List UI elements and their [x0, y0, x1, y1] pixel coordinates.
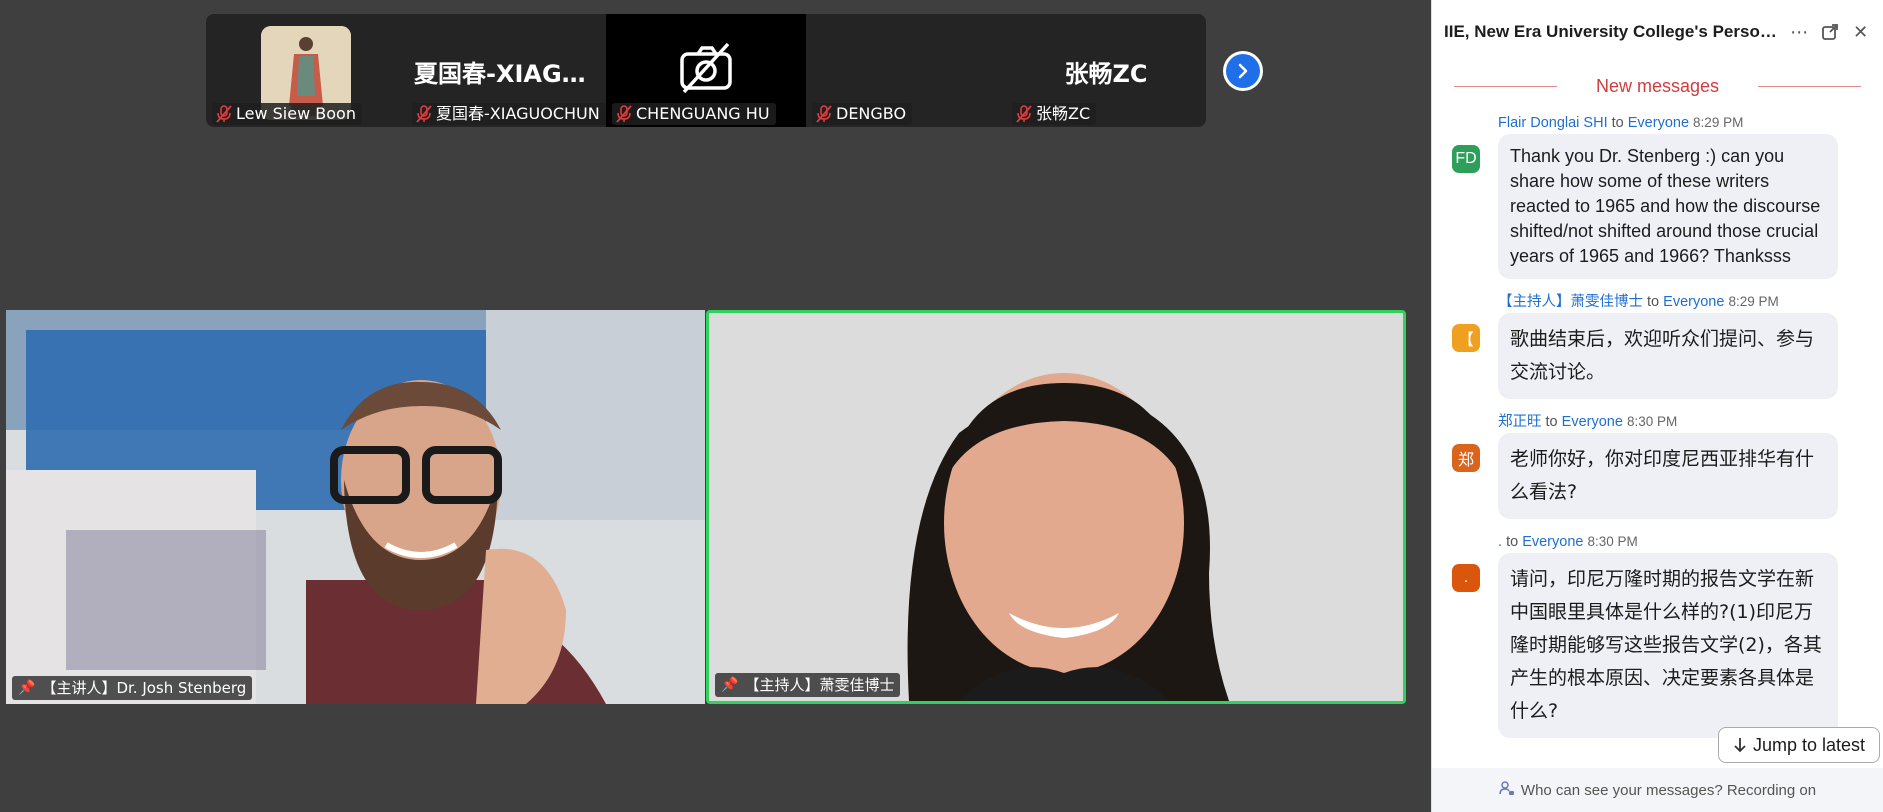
participant-name: Lew Siew Boon [236, 104, 356, 123]
sender-name[interactable]: Flair Donglai SHI [1498, 115, 1608, 131]
sender-name[interactable]: . [1498, 534, 1502, 550]
participant-tile[interactable]: 夏国春-XIAGUO... 夏国春-XIAGUOCHUN [406, 14, 606, 127]
message-time: 8:29 PM [1728, 294, 1779, 309]
mic-off-icon [816, 105, 832, 123]
recipient-name[interactable]: Everyone [1628, 115, 1689, 131]
footer-text: Who can see your messages? Recording on [1520, 781, 1817, 799]
message-meta: 郑正旺 to Everyone 8:30 PM [1498, 411, 1883, 433]
new-messages-divider: New messages [1432, 64, 1883, 108]
chat-message: Flair Donglai SHI to Everyone 8:29 PM FD… [1432, 112, 1883, 279]
recipient-name[interactable]: Everyone [1562, 414, 1623, 430]
recipient-prefix: to [1647, 294, 1660, 310]
message-list[interactable]: Flair Donglai SHI to Everyone 8:29 PM FD… [1432, 112, 1883, 768]
message-bubble: Thank you Dr. Stenberg :) can you share … [1498, 134, 1838, 279]
mic-off-icon [1016, 105, 1032, 123]
sender-name[interactable]: 【主持人】萧雯佳博士 [1498, 294, 1643, 310]
sender-avatar: . [1452, 564, 1480, 592]
participant-name: CHENGUANG HU [636, 104, 770, 123]
participant-name: DENGBO [836, 104, 907, 123]
message-time: 8:30 PM [1587, 534, 1638, 549]
recipient-prefix: to [1545, 414, 1558, 430]
chat-message: . to Everyone 8:30 PM . 请问，印尼万隆时期的报告文学在新… [1432, 531, 1883, 738]
participant-nameplate: DENGBO [812, 103, 913, 125]
message-time: 8:29 PM [1693, 115, 1744, 130]
sender-name[interactable]: 郑正旺 [1498, 414, 1542, 430]
more-icon[interactable]: ⋯ [1789, 21, 1810, 43]
participant-name: 张畅ZC [1036, 104, 1091, 123]
person-lock-icon [1499, 780, 1515, 800]
chat-message: 【主持人】萧雯佳博士 to Everyone 8:29 PM 【 歌曲结束后，欢… [1432, 291, 1883, 399]
message-time: 8:30 PM [1626, 414, 1678, 429]
participant-nameplate: Lew Siew Boon [212, 103, 362, 125]
host-video-frame [709, 313, 1403, 701]
participant-tile[interactable]: CHENGUANG HU [606, 14, 806, 127]
pop-out-icon[interactable] [1820, 21, 1841, 43]
message-bubble: 请问，印尼万隆时期的报告文学在新中国眼里具体是什么样的?(1)印尼万隆时期能够写… [1498, 553, 1838, 738]
host-video[interactable]: 📌 【主持人】萧雯佳博士 [706, 310, 1406, 704]
participant-tile[interactable]: DENGBO [806, 14, 1006, 127]
arrow-down-icon [1734, 738, 1746, 753]
sender-avatar: 郑 [1452, 444, 1480, 472]
message-meta: . to Everyone 8:30 PM [1498, 531, 1883, 553]
chat-message: 郑正旺 to Everyone 8:30 PM 郑 老师你好，你对印度尼西亚排华… [1432, 411, 1883, 519]
message-bubble: 老师你好，你对印度尼西亚排华有什么看法? [1498, 433, 1838, 519]
speaker-video-frame [6, 310, 705, 704]
recipient-name[interactable]: Everyone [1663, 294, 1724, 310]
message-meta: Flair Donglai SHI to Everyone 8:29 PM [1498, 112, 1883, 134]
mic-off-icon [216, 105, 232, 123]
chat-footer[interactable]: Who can see your messages? Recording on [1432, 768, 1883, 812]
chat-header: IIE, New Era University College's Person… [1432, 0, 1883, 64]
host-label: 📌 【主持人】萧雯佳博士 [715, 673, 901, 697]
message-meta: 【主持人】萧雯佳博士 to Everyone 8:29 PM [1498, 291, 1883, 313]
participant-strip: Lew Siew Boon 夏国春-XIAGUO... 夏国春-XIAGUOCH… [206, 14, 1206, 127]
sender-avatar: 【 [1452, 324, 1480, 352]
participant-tile[interactable]: 张畅ZC 张畅ZC [1006, 14, 1206, 127]
speaker-label: 📌 【主讲人】Dr. Josh Stenberg [12, 676, 253, 700]
chat-panel: IIE, New Era University College's Person… [1431, 0, 1883, 812]
recipient-name[interactable]: Everyone [1522, 534, 1583, 550]
participant-tile[interactable]: Lew Siew Boon [206, 14, 406, 127]
chat-title: IIE, New Era University College's Person… [1444, 22, 1779, 41]
jump-to-latest-button[interactable]: Jump to latest [1718, 727, 1881, 763]
participant-display-name: 张畅ZC [1064, 60, 1148, 88]
camera-off-icon [680, 42, 732, 94]
participant-nameplate: 夏国春-XIAGUOCHUN [412, 103, 606, 125]
pin-icon: 📌 [721, 677, 739, 693]
recipient-prefix: to [1506, 534, 1519, 550]
speaker-name: 【主讲人】Dr. Josh Stenberg [41, 679, 247, 697]
message-bubble: 歌曲结束后，欢迎听众们提问、参与交流讨论。 [1498, 313, 1838, 399]
participant-nameplate: CHENGUANG HU [612, 103, 776, 125]
host-name: 【主持人】萧雯佳博士 [744, 676, 895, 694]
pin-icon: 📌 [18, 680, 36, 696]
participant-name: 夏国春-XIAGUOCHUN [436, 104, 600, 123]
chevron-right-icon [1238, 63, 1248, 79]
close-icon[interactable]: ✕ [1850, 21, 1871, 43]
participant-display-name: 夏国春-XIAGUO... [414, 60, 606, 88]
recipient-prefix: to [1611, 115, 1624, 131]
mic-off-icon [416, 105, 432, 123]
mic-off-icon [616, 105, 632, 123]
participant-nameplate: 张畅ZC [1012, 103, 1097, 125]
sender-avatar: FD [1452, 145, 1480, 173]
next-page-button[interactable] [1223, 51, 1263, 91]
jump-label: Jump to latest [1753, 734, 1866, 755]
speaker-video[interactable]: 📌 【主讲人】Dr. Josh Stenberg [6, 310, 705, 704]
